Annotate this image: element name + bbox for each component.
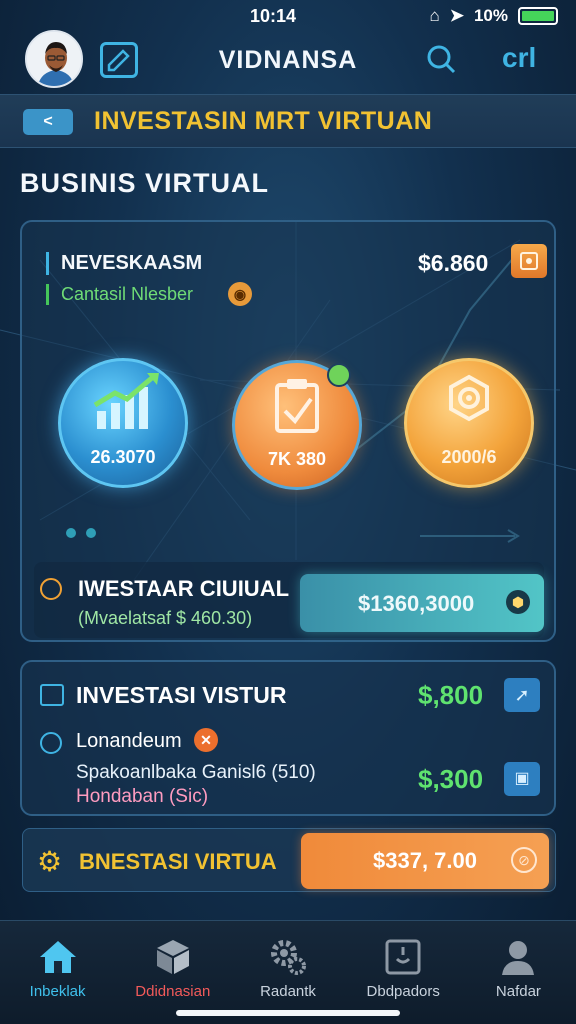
tab-cube[interactable]: Ddidnasian bbox=[115, 921, 230, 1024]
tab-settings[interactable]: Radantk bbox=[230, 921, 345, 1024]
investment-card: NEVESKAASM $6.860 Cantasil Nlesber ◉ 26.… bbox=[20, 220, 556, 642]
coin-icon: ◉ bbox=[228, 282, 252, 306]
summary-amount-2: $,300 bbox=[418, 764, 484, 794]
trending-up-icon bbox=[93, 373, 159, 429]
pager-dot bbox=[86, 528, 96, 538]
cancel-icon: ⊘ bbox=[511, 847, 537, 873]
tab-home-label: Inbeklak bbox=[29, 983, 86, 1000]
summary-name: Lonandeum bbox=[76, 730, 182, 752]
notification-icon: ⌂ bbox=[429, 6, 440, 25]
cta-button[interactable]: $337, 7.00 ⊘ bbox=[301, 833, 549, 889]
cta-title: BNESTASI VIRTUA bbox=[79, 849, 277, 874]
frame-icon bbox=[385, 939, 421, 975]
square-button[interactable]: ▣ bbox=[504, 762, 540, 796]
expand-button[interactable]: ➚ bbox=[504, 678, 540, 712]
location-pin-icon: ⬢ bbox=[506, 590, 530, 614]
tab-profile-label: Nafdar bbox=[495, 983, 541, 1000]
home-indicator bbox=[176, 1010, 400, 1016]
coin-growth[interactable]: 26.3070 bbox=[58, 358, 188, 488]
status-time: 10:14 bbox=[250, 6, 297, 26]
cta-bar: ⚙ BNESTASI VIRTUA $337, 7.00 ⊘ bbox=[22, 828, 556, 892]
clock-icon bbox=[40, 578, 62, 600]
coin-document-value: 7K 380 bbox=[267, 449, 327, 469]
ctrl-button[interactable]: crl bbox=[502, 42, 536, 74]
invest-amount-label: $1360,3000 bbox=[358, 591, 475, 616]
summary-card: INVESTASI VISTUR $,800 ➚ Lonandeum ✕ Spa… bbox=[20, 660, 556, 816]
gear-icon: ⚙ bbox=[37, 846, 63, 877]
investment-row-title: IWESTAAR CIUIUAL bbox=[78, 576, 290, 601]
document-icon bbox=[275, 363, 351, 486]
coin-badge[interactable]: 2000/6 bbox=[404, 358, 534, 488]
invest-amount-button[interactable]: $1360,3000 ⬢ bbox=[300, 574, 544, 632]
tab-home[interactable]: Inbeklak bbox=[0, 921, 115, 1024]
battery-percent: 10% bbox=[473, 6, 508, 25]
summary-amount-1: $,800 bbox=[418, 680, 484, 710]
square-icon: ▣ bbox=[514, 770, 530, 787]
title-banner: < INVESTASIN MRT VIRTUAN bbox=[0, 94, 576, 148]
search-icon bbox=[427, 45, 456, 74]
search-button[interactable] bbox=[424, 42, 458, 76]
summary-line-1: Spakoanlbaka Ganisl6 (510) bbox=[76, 762, 316, 783]
card-amount: $6.860 bbox=[418, 250, 489, 276]
investment-row: IWESTAAR CIUIUAL (Mvaelatsaf $ 460.30) $… bbox=[34, 562, 544, 638]
app-header: VIDNANSA crl bbox=[0, 30, 576, 94]
coin-document[interactable]: 7K 380 bbox=[232, 360, 362, 490]
coin-badge-value: 2000/6 bbox=[441, 447, 497, 467]
tab-profile[interactable]: Nafdar bbox=[461, 921, 576, 1024]
close-badge-icon[interactable]: ✕ bbox=[194, 728, 218, 752]
investment-row-subtitle: (Mvaelatsaf $ 460.30) bbox=[78, 608, 253, 628]
cube-icon bbox=[156, 940, 189, 974]
card-subtitle: Cantasil Nlesber bbox=[46, 284, 193, 305]
tab-cube-label: Ddidnasian bbox=[135, 983, 211, 1000]
wallet-icon bbox=[520, 252, 538, 270]
back-button[interactable]: < bbox=[23, 109, 73, 135]
location-icon: ➤ bbox=[449, 6, 464, 25]
card-title: NEVESKAASM bbox=[46, 252, 202, 275]
coin-growth-value: 26.3070 bbox=[90, 447, 156, 467]
status-right: ⌂ ➤ 10% bbox=[429, 6, 558, 26]
app-title: VIDNANSA bbox=[218, 46, 358, 74]
battery-icon bbox=[518, 7, 558, 25]
pager-dots bbox=[66, 528, 96, 538]
tab-frame-label: Dbdpadors bbox=[366, 983, 440, 1000]
tab-bar: Inbeklak Ddidnasian Radantk Dbdpadors Na… bbox=[0, 920, 576, 1024]
gears-icon bbox=[271, 940, 306, 975]
tab-frame[interactable]: Dbdpadors bbox=[346, 921, 461, 1024]
mail-icon bbox=[40, 684, 64, 706]
cta-button-label: $337, 7.00 bbox=[373, 848, 477, 873]
profile-icon bbox=[502, 941, 535, 975]
status-bar: 10:14 ⌂ ➤ 10% bbox=[0, 0, 576, 34]
section-title: BUSINIS VIRTUAL bbox=[20, 168, 270, 198]
wallet-button[interactable] bbox=[511, 244, 547, 278]
gear-badge-icon bbox=[449, 374, 489, 422]
summary-line-2: Hondaban (Sic) bbox=[76, 786, 209, 807]
tab-settings-label: Radantk bbox=[260, 983, 316, 1000]
banner-title: INVESTASIN MRT VIRTUAN bbox=[94, 107, 433, 135]
home-icon bbox=[39, 941, 76, 973]
summary-title: INVESTASI VISTUR bbox=[76, 682, 287, 708]
pager-dot bbox=[66, 528, 76, 538]
arrow-icon: ➚ bbox=[514, 685, 530, 705]
user-circle-icon bbox=[40, 732, 62, 754]
